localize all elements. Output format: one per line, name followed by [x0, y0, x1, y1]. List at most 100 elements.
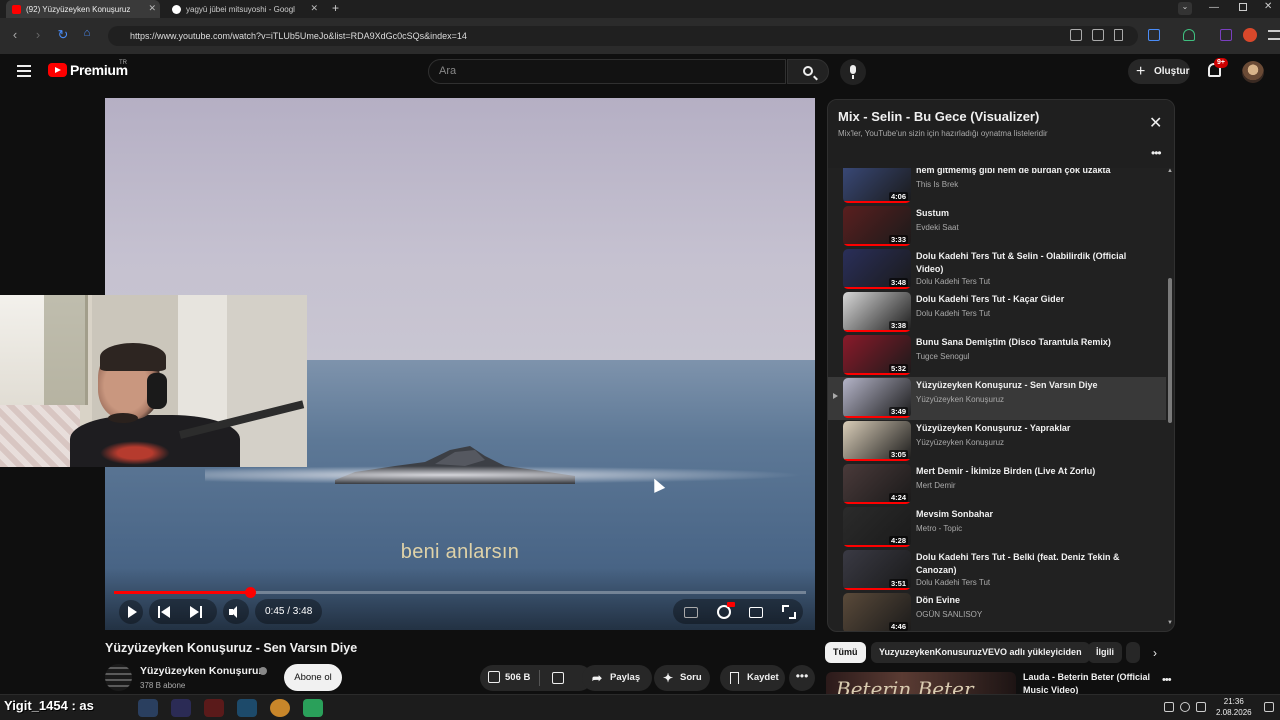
chip-related[interactable]: İlgili [1088, 642, 1122, 663]
chevron-right-icon[interactable]: › [1153, 646, 1157, 660]
channel-avatar[interactable] [105, 664, 132, 691]
taskbar-app-icon[interactable] [237, 699, 257, 717]
playlist-thumbnail[interactable]: 3:33 [843, 206, 911, 246]
playlist-item-channel: Dolu Kadehi Ters Tut [916, 309, 991, 318]
browser-menu-icon[interactable] [1268, 30, 1280, 40]
close-tab-icon[interactable]: ✕ [310, 3, 318, 14]
tray-battery-icon[interactable] [1196, 702, 1206, 712]
play-button[interactable] [119, 600, 143, 624]
taskbar-chrome-icon[interactable] [270, 699, 290, 717]
scroll-up-icon[interactable]: ▲ [1167, 168, 1173, 174]
playlist-item[interactable]: 3:05 Yüzyüzeyken Konuşuruz - Yapraklar Yüz… [828, 420, 1166, 463]
fullscreen-icon[interactable] [782, 605, 796, 619]
duration-badge: 3:51 [888, 579, 908, 588]
chip-uploader[interactable]: YuzyuzeykenKonusuruzVEVO adlı yükleyicid… [871, 642, 1090, 663]
playlist-item[interactable]: 4:06 hem gitmemiş gibi hem de burdan çok … [828, 168, 1166, 205]
subtitles-icon[interactable] [684, 607, 698, 618]
playlist-item[interactable]: 5:32 Bunu Sana Demiştim (Disco Tarantula … [828, 334, 1166, 377]
youtube-logo-icon[interactable] [48, 63, 67, 77]
tray-network-icon[interactable] [1164, 702, 1174, 712]
playlist-item[interactable]: 4:24 Mert Demir - İkimize Birden (Live At… [828, 463, 1166, 506]
thumbs-up-icon[interactable] [488, 671, 500, 683]
taskbar-app-icon[interactable] [171, 699, 191, 717]
playlist-thumbnail[interactable]: 3:05 [843, 421, 911, 461]
chip-overflow[interactable] [1126, 642, 1140, 663]
home-icon[interactable]: ⌂ [78, 27, 96, 39]
playlist-thumbnail[interactable]: 3:51 [843, 550, 911, 590]
playlist-item[interactable]: 3:38 Dolu Kadehi Ters Tut - Kaçar Gider Do… [828, 291, 1166, 334]
url-bar[interactable]: https://www.youtube.com/watch?v=iTLUb5Um… [108, 26, 1138, 46]
voice-search-icon[interactable] [840, 59, 866, 85]
create-button[interactable]: + Oluştur [1128, 59, 1190, 84]
recommendation-more-icon[interactable]: ••• [1162, 674, 1172, 686]
close-icon[interactable]: ✕ [1149, 113, 1162, 133]
hamburger-menu-icon[interactable] [17, 65, 31, 77]
watched-bar [843, 588, 911, 590]
scroll-down-icon[interactable]: ▼ [1167, 620, 1173, 626]
minimize-icon[interactable]: — [1209, 2, 1219, 13]
playlist-item[interactable]: 3:48 Dolu Kadehi Ters Tut & Selin - Olabi… [828, 248, 1166, 291]
install-app-icon[interactable] [1070, 29, 1082, 41]
thumbs-down-icon[interactable] [552, 672, 564, 684]
playlist-thumbnail[interactable]: 5:32 [843, 335, 911, 375]
previous-icon[interactable] [158, 606, 170, 618]
playlist-item[interactable]: 4:28 Mevsim Sonbahar Metro - Topic [828, 506, 1166, 549]
back-icon[interactable]: ‹ [6, 27, 24, 42]
close-window-icon[interactable]: ✕ [1264, 1, 1272, 12]
extension-icon[interactable] [1220, 29, 1232, 41]
save-button[interactable]: Kaydet [720, 665, 785, 691]
settings-gear-icon[interactable] [717, 605, 731, 619]
playlist-item[interactable]: 4:46 Dön Evine OGÜN SANLISOY [828, 592, 1166, 631]
lab-icon[interactable] [1183, 29, 1195, 41]
more-actions-icon[interactable]: ••• [789, 665, 815, 691]
bookmark-icon[interactable] [1114, 29, 1123, 41]
playlist-more-icon[interactable]: ••• [1151, 146, 1162, 160]
playlist-scroll-thumb[interactable] [1168, 278, 1172, 423]
taskbar-app-icon[interactable] [303, 699, 323, 717]
webcam-shirt-print [100, 441, 170, 465]
playlist-scrollbar[interactable] [1168, 175, 1172, 630]
avatar[interactable] [1242, 61, 1264, 83]
theater-mode-icon[interactable] [749, 607, 763, 618]
share-button[interactable]: ➦ Paylaş [582, 665, 652, 691]
taskbar-app-icon[interactable] [138, 699, 158, 717]
subscribe-button[interactable]: Abone ol [284, 664, 342, 691]
notification-center-icon[interactable] [1264, 702, 1274, 712]
close-tab-icon[interactable]: ✕ [148, 3, 156, 14]
playlist-thumbnail[interactable]: 3:49 [843, 378, 911, 418]
forward-icon[interactable]: › [29, 27, 47, 42]
google-favicon-icon [172, 4, 181, 14]
playlist-thumbnail[interactable]: 3:38 [843, 292, 911, 332]
playlist-thumbnail[interactable]: 4:28 [843, 507, 911, 547]
like-count[interactable]: 506 B [505, 665, 530, 691]
profile-icon[interactable] [1243, 28, 1257, 42]
search-input[interactable]: Ara [428, 59, 786, 84]
hd-badge-icon [727, 602, 735, 607]
share-page-icon[interactable] [1092, 29, 1104, 41]
ask-button[interactable]: ✦ Soru [654, 665, 710, 691]
playlist-thumbnail[interactable]: 4:24 [843, 464, 911, 504]
playlist-title[interactable]: Mix - Selin - Bu Gece (Visualizer) [838, 109, 1039, 124]
browser-tab-google[interactable]: yagyū jūbei mitsuyoshi - Googl ✕ [166, 0, 322, 18]
new-tab-button[interactable]: + [332, 1, 339, 15]
playlist-item[interactable]: 3:49 Yüzyüzeyken Konuşuruz - Sen Varsın D… [828, 377, 1166, 420]
taskbar-app-icon[interactable] [204, 699, 224, 717]
extension-icon[interactable] [1148, 29, 1160, 41]
search-button[interactable] [787, 59, 829, 84]
playlist-item[interactable]: 3:33 Sustum Evdeki Saat [828, 205, 1166, 248]
reload-icon[interactable]: ↻ [54, 27, 72, 43]
playlist-thumbnail[interactable]: 4:46 [843, 593, 911, 631]
playlist-item[interactable]: 3:51 Dolu Kadehi Ters Tut - Belki (feat. … [828, 549, 1166, 592]
tray-volume-icon[interactable] [1180, 702, 1190, 712]
playlist-thumbnail[interactable]: 4:06 [843, 168, 911, 203]
tab-search-icon[interactable]: ⌄ [1178, 2, 1192, 15]
browser-tab-youtube[interactable]: (92) Yüzyüzeyken Konuşuruz ✕ [6, 0, 160, 18]
tray-clock[interactable]: 21:36 2.08.2026 [1216, 696, 1252, 718]
chip-all[interactable]: Tümü [825, 642, 866, 663]
maximize-icon[interactable] [1239, 3, 1247, 11]
volume-icon[interactable] [229, 606, 243, 618]
progress-bar[interactable] [114, 587, 806, 598]
channel-name[interactable]: Yüzyüzeyken Konuşuruz [140, 665, 264, 677]
playlist-thumbnail[interactable]: 3:48 [843, 249, 911, 289]
next-icon[interactable] [190, 606, 202, 618]
